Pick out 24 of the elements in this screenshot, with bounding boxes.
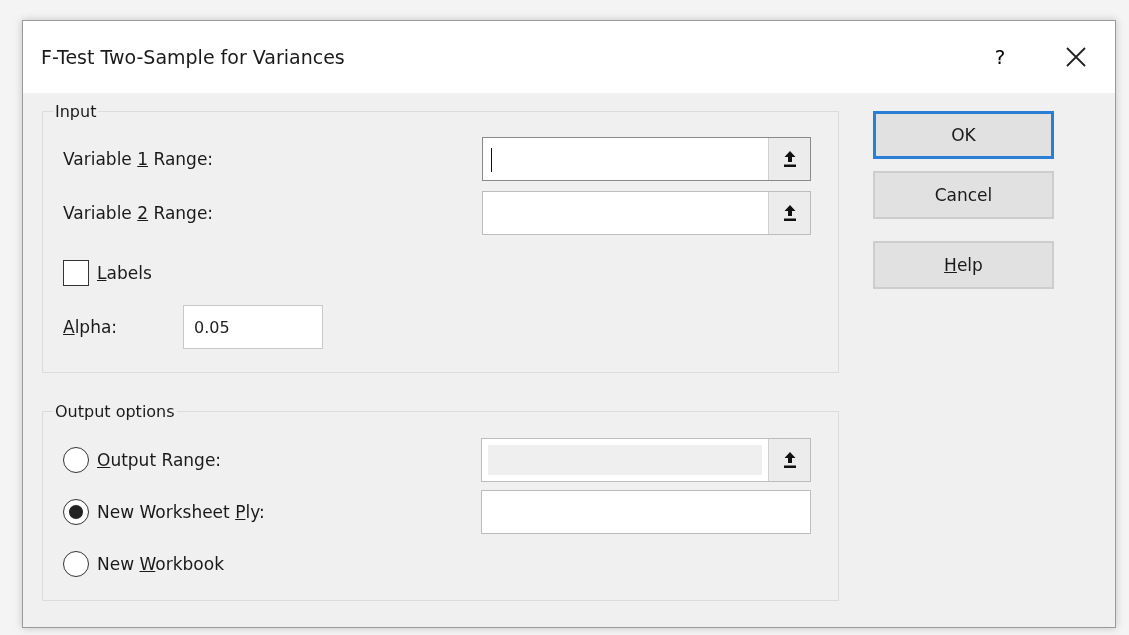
field-label: Alpha: [63,317,119,337]
dialog-button[interactable]: Help [873,241,1054,289]
group-title: Input [53,102,99,121]
upload-arrow-icon [782,150,797,168]
field-label: Variable 1 Range: [63,149,215,169]
radio-option[interactable]: New Worksheet Ply: [63,499,265,525]
alpha-field[interactable]: 0.05 [183,305,323,349]
radio-option[interactable]: New Workbook [63,551,224,577]
upload-arrow-icon [782,204,797,222]
range-field[interactable] [481,191,811,235]
text-field[interactable] [481,490,811,534]
close-icon [1065,46,1087,68]
dialog-button[interactable]: Cancel [873,171,1054,219]
field-label: Variable 2 Range: [63,203,215,223]
window-title: F-Test Two-Sample for Variances [41,46,346,68]
range-field[interactable] [481,137,811,181]
labels-checkbox[interactable]: Labels [63,260,152,286]
collapse-dialog-button[interactable] [768,192,810,234]
collapse-dialog-button[interactable] [768,138,810,180]
dialog-button[interactable]: OK [873,111,1054,159]
upload-arrow-icon [782,451,797,469]
group-title: Output options [53,402,177,421]
radio-option[interactable]: Output Range: [63,447,222,473]
help-button[interactable]: ? [967,32,1033,82]
